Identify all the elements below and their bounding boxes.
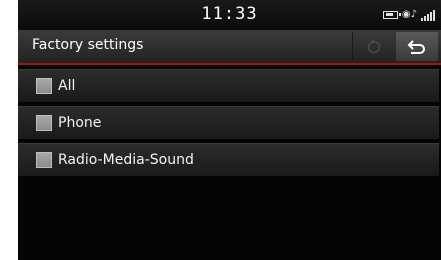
bluetooth-audio-icon: ◉♪	[401, 9, 417, 20]
clock: 11:33	[201, 4, 258, 24]
back-arrow-icon	[407, 39, 425, 54]
settings-list: All Phone Radio-Media-Sound	[18, 69, 441, 180]
list-item-all[interactable]: All	[18, 69, 439, 102]
back-button[interactable]	[396, 32, 438, 61]
status-bar: 11:33 ◉♪	[18, 0, 441, 30]
status-icons: ◉♪	[382, 9, 435, 21]
list-item-phone[interactable]: Phone	[18, 106, 439, 139]
list-item-radio-media-sound[interactable]: Radio-Media-Sound	[18, 143, 439, 176]
checkbox[interactable]	[36, 152, 52, 168]
checkbox[interactable]	[36, 115, 52, 131]
item-label: Radio-Media-Sound	[58, 152, 194, 168]
checkbox[interactable]	[36, 78, 52, 94]
page-title: Factory settings	[32, 37, 144, 53]
title-bar: Factory settings	[18, 30, 441, 65]
infotainment-screen: 11:33 ◉♪ Factory settings All Phone Radi…	[18, 0, 441, 260]
reset-icon	[367, 38, 381, 53]
signal-strength-icon	[421, 9, 435, 21]
item-label: All	[58, 78, 76, 94]
battery-icon	[382, 11, 401, 19]
item-label: Phone	[58, 115, 102, 131]
reset-button[interactable]	[352, 32, 395, 61]
